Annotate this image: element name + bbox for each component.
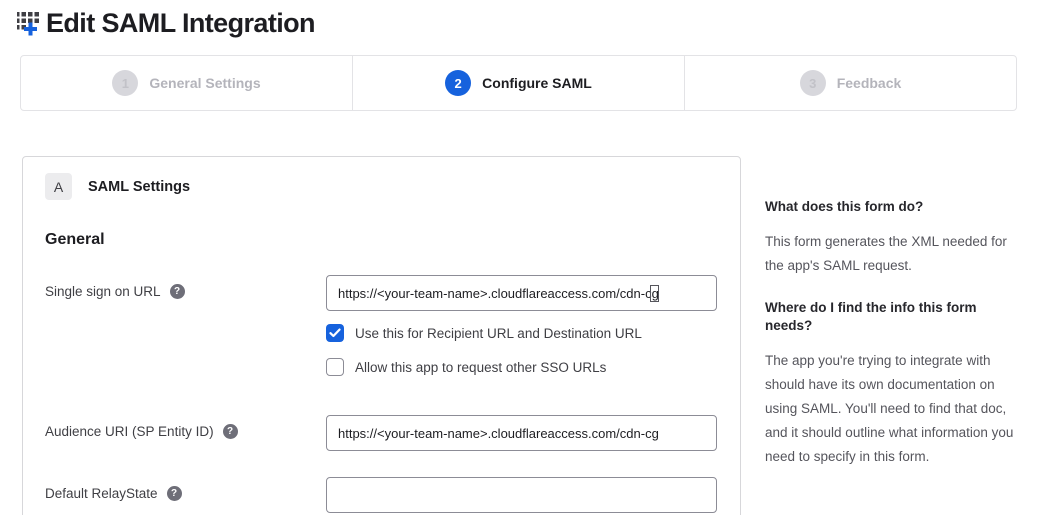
help-paragraph-1: This form generates the XML needed for t…: [765, 230, 1027, 278]
other-sso-urls-checkbox[interactable]: [326, 358, 344, 376]
field-input-group: https://<your-team-name>.cloudflareacces…: [326, 415, 718, 451]
checkbox-row-other-sso: Allow this app to request other SSO URLs: [326, 358, 718, 376]
other-sso-urls-checkbox-label: Allow this app to request other SSO URLs: [355, 360, 606, 375]
audience-uri-label: Audience URI (SP Entity ID): [45, 424, 214, 439]
page-header: Edit SAML Integration: [0, 0, 1063, 39]
field-row-sso-url: Single sign on URL ? https://<your-team-…: [45, 275, 718, 376]
step-label: Feedback: [837, 75, 902, 91]
field-input-group: If no value is set, a blank RelayState i…: [326, 477, 718, 515]
step-general-settings[interactable]: 1 General Settings: [20, 55, 353, 111]
field-label-group: Single sign on URL ?: [45, 275, 326, 299]
saml-settings-card: A SAML Settings General Single sign on U…: [22, 156, 741, 515]
step-configure-saml[interactable]: 2 Configure SAML: [352, 55, 685, 111]
recipient-url-checkbox[interactable]: [326, 324, 344, 342]
sso-url-input[interactable]: https://<your-team-name>.cloudflareacces…: [326, 275, 717, 311]
section-badge: A: [45, 173, 72, 200]
audience-uri-value: https://<your-team-name>.cloudflareacces…: [338, 426, 659, 441]
field-input-group: https://<your-team-name>.cloudflareacces…: [326, 275, 718, 376]
checkbox-row-recipient: Use this for Recipient URL and Destinati…: [326, 324, 718, 342]
group-title: General: [45, 231, 718, 249]
section-title: SAML Settings: [88, 179, 190, 195]
add-app-grid-icon: [14, 9, 41, 38]
sso-url-label: Single sign on URL: [45, 284, 161, 299]
step-number-badge: 3: [800, 70, 826, 96]
relay-state-label: Default RelayState: [45, 486, 158, 501]
content-area: A SAML Settings General Single sign on U…: [22, 156, 1063, 515]
step-feedback[interactable]: 3 Feedback: [684, 55, 1017, 111]
step-number-badge: 1: [112, 70, 138, 96]
section-header: A SAML Settings: [45, 173, 718, 200]
sso-url-value: https://<your-team-name>.cloudflareacces…: [338, 286, 659, 301]
step-number-badge: 2: [445, 70, 471, 96]
step-label: Configure SAML: [482, 75, 592, 91]
field-label-group: Audience URI (SP Entity ID) ?: [45, 415, 326, 439]
field-label-group: Default RelayState ?: [45, 477, 326, 501]
wizard-stepper: 1 General Settings 2 Configure SAML 3 Fe…: [20, 55, 1017, 111]
field-row-audience-uri: Audience URI (SP Entity ID) ? https://<y…: [45, 415, 718, 451]
audience-uri-input[interactable]: https://<your-team-name>.cloudflareacces…: [326, 415, 717, 451]
step-label: General Settings: [149, 75, 260, 91]
help-heading-1: What does this form do?: [765, 198, 1027, 216]
help-icon[interactable]: ?: [170, 284, 185, 299]
help-paragraph-2: The app you're trying to integrate with …: [765, 349, 1027, 469]
help-sidebar: What does this form do? This form genera…: [765, 156, 1027, 490]
help-heading-2: Where do I find the info this form needs…: [765, 299, 1027, 335]
page-title: Edit SAML Integration: [46, 8, 315, 39]
help-icon[interactable]: ?: [167, 486, 182, 501]
field-row-relay-state: Default RelayState ? If no value is set,…: [45, 477, 718, 515]
recipient-url-checkbox-label: Use this for Recipient URL and Destinati…: [355, 326, 642, 341]
text-cursor: [650, 285, 659, 302]
help-icon[interactable]: ?: [223, 424, 238, 439]
relay-state-input[interactable]: [326, 477, 717, 513]
